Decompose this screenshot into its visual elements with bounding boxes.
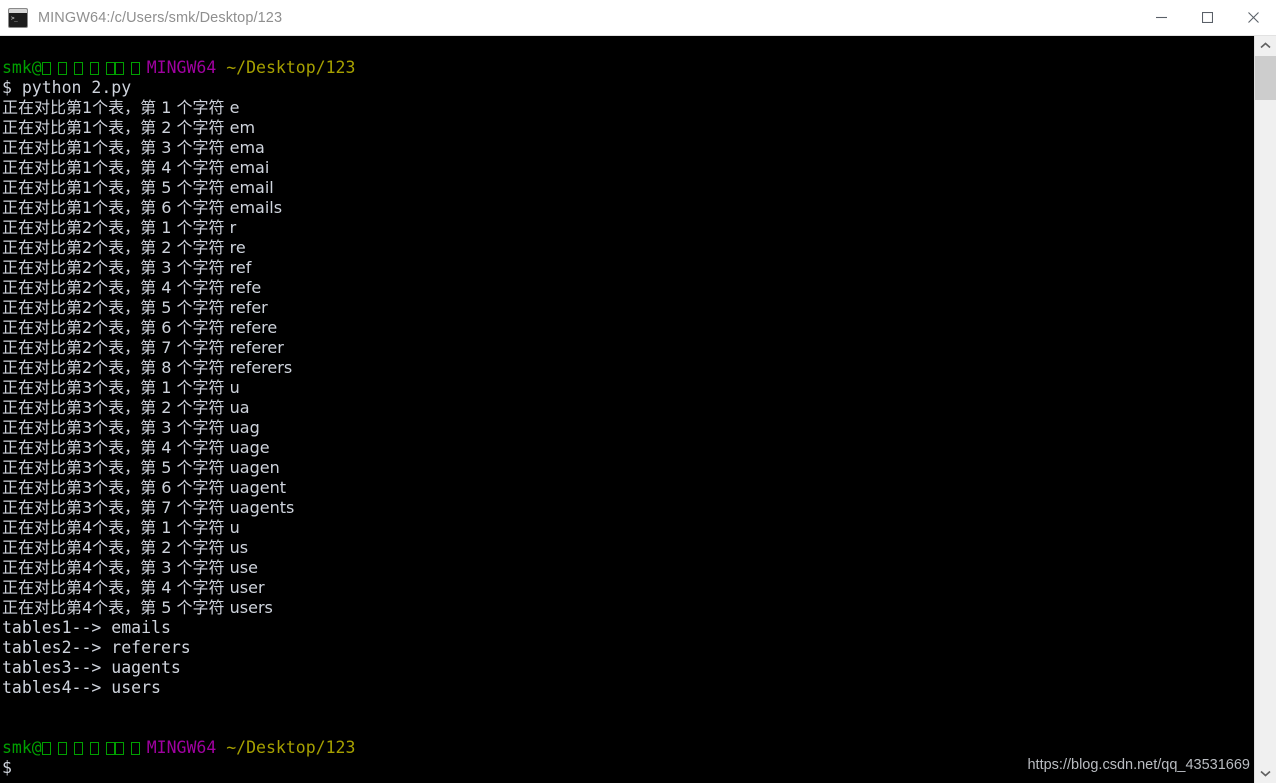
prompt-sigil-line[interactable]: $	[2, 758, 1252, 778]
output-line: 正在对比第2个表，第 4 个字符 refe	[2, 278, 262, 297]
minimize-button[interactable]	[1138, 0, 1184, 35]
prompt-line-bottom: smk@ MINGW64 ~/Desktop/123	[2, 738, 1252, 758]
output-line: 正在对比第3个表，第 2 个字符 ua	[2, 398, 250, 417]
output-line: tables2--> referers	[2, 638, 191, 657]
output-line: 正在对比第3个表，第 3 个字符 uag	[2, 418, 260, 437]
output-line: 正在对比第1个表，第 1 个字符 e	[2, 98, 240, 117]
output-line: 正在对比第1个表，第 5 个字符 email	[2, 178, 274, 197]
window-title: MINGW64:/c/Users/smk/Desktop/123	[38, 9, 283, 26]
output-line: tables3--> uagents	[2, 658, 181, 677]
output-line: 正在对比第4个表，第 2 个字符 us	[2, 538, 249, 557]
output-line: 正在对比第3个表，第 7 个字符 uagents	[2, 498, 295, 517]
window-controls	[1138, 0, 1276, 35]
close-button[interactable]	[1230, 0, 1276, 35]
output-line: 正在对比第4个表，第 4 个字符 user	[2, 578, 265, 597]
prompt-host-tofu	[41, 738, 147, 758]
mintty-window: >_ MINGW64:/c/Users/smk/Desktop/123 smk@…	[0, 0, 1276, 783]
output-line: 正在对比第1个表，第 3 个字符 ema	[2, 138, 265, 157]
output-line: 正在对比第2个表，第 1 个字符 r	[2, 218, 237, 237]
output-line: tables4--> users	[2, 678, 161, 697]
output-line: 正在对比第2个表，第 8 个字符 referers	[2, 358, 293, 377]
titlebar[interactable]: >_ MINGW64:/c/Users/smk/Desktop/123	[0, 0, 1276, 36]
scroll-up-button[interactable]	[1255, 36, 1276, 55]
output-line: tables1--> emails	[2, 618, 171, 637]
prompt-host-tofu	[41, 58, 147, 78]
minimize-icon	[1155, 16, 1167, 19]
maximize-icon	[1201, 12, 1213, 23]
output-line: 正在对比第2个表，第 7 个字符 referer	[2, 338, 284, 357]
output-line: 正在对比第2个表，第 3 个字符 ref	[2, 258, 252, 277]
output-line: 正在对比第2个表，第 6 个字符 refere	[2, 318, 278, 337]
vertical-scrollbar[interactable]	[1254, 36, 1276, 783]
output-line: 正在对比第4个表，第 5 个字符 users	[2, 598, 273, 617]
output-line: 正在对比第3个表，第 6 个字符 uagent	[2, 478, 286, 497]
scroll-down-button[interactable]	[1255, 764, 1276, 783]
output-line: 正在对比第3个表，第 5 个字符 uagen	[2, 458, 280, 477]
prompt-user: smk@	[2, 738, 42, 757]
chevron-up-icon	[1260, 42, 1271, 49]
output-line: 正在对比第2个表，第 5 个字符 refer	[2, 298, 268, 317]
terminal-screen[interactable]: smk@ MINGW64 ~/Desktop/123 $ python 2.py …	[0, 36, 1254, 783]
prompt-shell: MINGW64	[146, 738, 217, 757]
output-line: 正在对比第3个表，第 1 个字符 u	[2, 378, 240, 397]
output-line: 正在对比第1个表，第 6 个字符 emails	[2, 198, 283, 217]
scrollbar-thumb[interactable]	[1255, 56, 1276, 100]
prompt-path: ~/Desktop/123	[226, 738, 356, 757]
output-line: 正在对比第3个表，第 4 个字符 uage	[2, 438, 270, 457]
close-icon	[1247, 12, 1259, 23]
prompt-user: smk@	[2, 58, 42, 77]
chevron-down-icon	[1260, 770, 1271, 777]
prompt-shell: MINGW64	[146, 58, 217, 77]
prompt-line-top: smk@ MINGW64 ~/Desktop/123	[2, 58, 1252, 78]
command-line: $ python 2.py	[2, 78, 132, 97]
output-line: 正在对比第1个表，第 4 个字符 emai	[2, 158, 270, 177]
prompt-path: ~/Desktop/123	[226, 58, 356, 77]
output-line: 正在对比第2个表，第 2 个字符 re	[2, 238, 246, 257]
console-icon: >_	[9, 8, 27, 27]
output-line: 正在对比第4个表，第 3 个字符 use	[2, 558, 258, 577]
terminal-buffer: smk@ MINGW64 ~/Desktop/123 $ python 2.py …	[2, 58, 1252, 778]
output-line: 正在对比第1个表，第 2 个字符 em	[2, 118, 256, 137]
output-line: 正在对比第4个表，第 1 个字符 u	[2, 518, 240, 537]
maximize-button[interactable]	[1184, 0, 1230, 35]
